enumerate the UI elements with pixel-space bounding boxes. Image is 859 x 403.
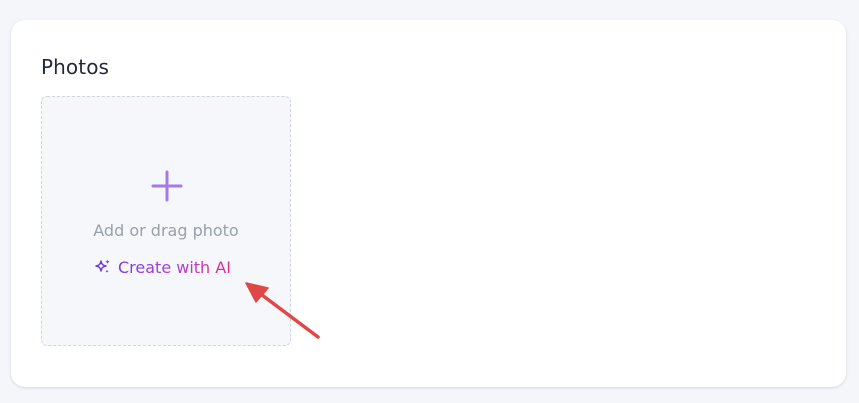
create-with-ai-label: Create with AI xyxy=(118,257,231,277)
photo-upload-dropzone[interactable]: Add or drag photo Create with AI xyxy=(41,96,291,346)
sparkle-icon xyxy=(95,259,110,274)
plus-icon xyxy=(151,170,183,202)
upload-label: Add or drag photo xyxy=(93,221,239,240)
photos-card: Photos Add or drag photo Create with AI xyxy=(11,20,846,387)
section-title: Photos xyxy=(41,55,110,79)
create-with-ai-link[interactable]: Create with AI xyxy=(94,256,231,278)
